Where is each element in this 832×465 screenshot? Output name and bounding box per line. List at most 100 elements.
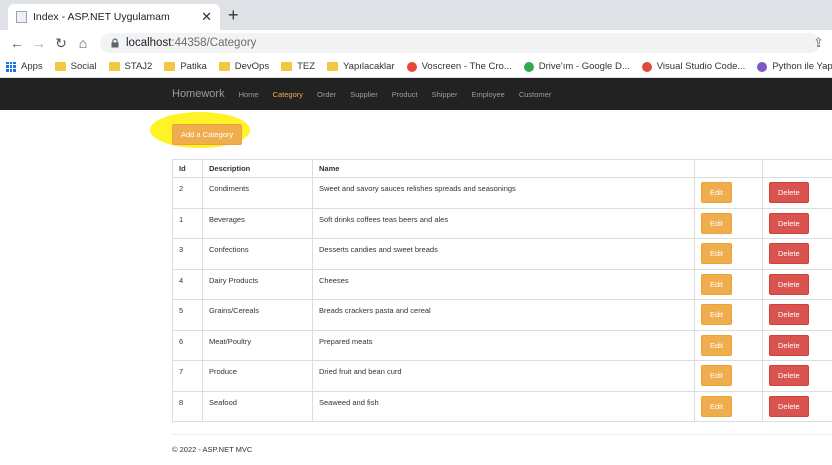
nav-link-product[interactable]: Product bbox=[392, 90, 418, 99]
page-favicon-icon bbox=[16, 11, 27, 23]
visual-studio-icon bbox=[641, 61, 652, 72]
new-tab-plus-icon[interactable]: + bbox=[228, 4, 239, 26]
delete-cell: Delete bbox=[762, 299, 832, 331]
table-row: 5 Grains/Cereals Breads crackers pasta and… bbox=[172, 299, 832, 331]
row-name-text: Soft drinks coffees teas beers and ales bbox=[319, 214, 449, 224]
delete-button[interactable]: Delete bbox=[769, 365, 809, 387]
browser-tab[interactable]: Index - ASP.NET Uygulamam ✕ bbox=[8, 4, 220, 30]
bookmark-item[interactable]: Social bbox=[54, 61, 97, 72]
row-name-cell: Desserts candies and sweet breads bbox=[312, 238, 695, 270]
row-id-cell: 6 bbox=[172, 329, 203, 361]
nav-link-employee[interactable]: Employee bbox=[471, 90, 504, 99]
bookmark-item[interactable]: DevOps bbox=[218, 61, 269, 72]
folder-icon bbox=[54, 62, 66, 71]
bookmark-item[interactable]: Drive'ım - Google D... bbox=[523, 61, 630, 72]
bookmark-item[interactable]: TEZ bbox=[281, 61, 315, 72]
header-id: Id bbox=[172, 159, 203, 178]
table-row: 1 Beverages Soft drinks coffees teas beers… bbox=[172, 207, 832, 239]
nav-link-category[interactable]: Category bbox=[273, 90, 303, 99]
bookmark-item[interactable]: Voscreen - The Cro... bbox=[406, 61, 512, 72]
delete-button[interactable]: Delete bbox=[769, 182, 809, 204]
delete-button[interactable]: Delete bbox=[769, 212, 809, 234]
nav-link-supplier[interactable]: Supplier bbox=[350, 90, 378, 99]
bookmark-item[interactable]: Visual Studio Code... bbox=[641, 61, 745, 72]
tab-close-icon[interactable]: ✕ bbox=[201, 9, 212, 25]
browser-tabstrip: Index - ASP.NET Uygulamam ✕ + bbox=[0, 0, 832, 30]
edit-button[interactable]: Edit bbox=[701, 243, 732, 265]
row-name-text: Seaweed and fish bbox=[319, 397, 379, 407]
bookmark-label: STAJ2 bbox=[124, 61, 153, 72]
python-course-icon bbox=[757, 61, 768, 72]
edit-cell: Edit bbox=[694, 177, 763, 209]
row-description-cell: Confections bbox=[202, 238, 313, 270]
nav-link-customer[interactable]: Customer bbox=[519, 90, 552, 99]
folder-icon bbox=[327, 62, 339, 71]
row-description-text: Produce bbox=[209, 367, 237, 377]
delete-button[interactable]: Delete bbox=[769, 273, 809, 295]
delete-button[interactable]: Delete bbox=[769, 334, 809, 356]
row-description-text: Dairy Products bbox=[209, 275, 259, 285]
bookmark-item[interactable]: STAJ2 bbox=[108, 61, 153, 72]
home-icon[interactable]: ⌂ bbox=[72, 35, 94, 51]
row-description-text: Beverages bbox=[209, 214, 245, 224]
app-navbar: Homework Home Category Order Supplier Produc… bbox=[0, 78, 832, 110]
row-name-text: Breads crackers pasta and cereal bbox=[319, 306, 431, 316]
row-id-text: 3 bbox=[179, 245, 184, 255]
edit-button[interactable]: Edit bbox=[701, 365, 732, 387]
edit-button[interactable]: Edit bbox=[701, 273, 732, 295]
edit-button[interactable]: Edit bbox=[701, 182, 732, 204]
bookmark-item[interactable]: Patika bbox=[164, 61, 207, 72]
edit-button[interactable]: Edit bbox=[701, 212, 732, 234]
row-name-cell: Cheeses bbox=[312, 268, 695, 300]
row-description-cell: Produce bbox=[202, 360, 313, 392]
delete-button[interactable]: Delete bbox=[769, 304, 809, 326]
add-category-button[interactable]: Add a Category bbox=[172, 124, 243, 145]
nav-link-shipper[interactable]: Shipper bbox=[432, 90, 458, 99]
bookmarks-bar: Apps Social STAJ2 Patika DevOps TEZ Yapılacakl… bbox=[0, 56, 832, 78]
nav-link-order[interactable]: Order bbox=[317, 90, 336, 99]
edit-cell: Edit bbox=[694, 390, 763, 422]
delete-cell: Delete bbox=[762, 268, 832, 300]
reload-icon[interactable]: ↻ bbox=[50, 35, 72, 52]
share-icon[interactable]: ⇪ bbox=[813, 35, 824, 51]
folder-icon bbox=[281, 62, 293, 71]
bookmark-label: Apps bbox=[21, 61, 43, 72]
bookmark-item[interactable]: Apps bbox=[6, 61, 43, 72]
edit-button[interactable]: Edit bbox=[701, 395, 732, 417]
row-description-cell: Beverages bbox=[202, 207, 313, 239]
brand-link[interactable]: Homework bbox=[172, 88, 225, 100]
delete-cell: Delete bbox=[762, 177, 832, 209]
row-name-text: Sweet and savory sauces relishes spreads… bbox=[319, 184, 516, 194]
row-name-cell: Dried fruit and bean curd bbox=[312, 360, 695, 392]
row-id-text: 2 bbox=[179, 184, 184, 194]
delete-cell: Delete bbox=[762, 238, 832, 270]
nav-link-home[interactable]: Home bbox=[239, 90, 259, 99]
header-delete bbox=[762, 159, 832, 178]
row-id-text: 7 bbox=[179, 367, 184, 377]
delete-cell: Delete bbox=[762, 390, 832, 422]
row-name-text: Desserts candies and sweet breads bbox=[319, 245, 438, 255]
back-arrow-icon[interactable]: ← bbox=[6, 35, 28, 51]
header-name: Name bbox=[312, 159, 695, 178]
row-id-text: 1 bbox=[179, 214, 184, 224]
row-description-text: Confections bbox=[209, 245, 249, 255]
row-description-cell: Meat/Poultry bbox=[202, 329, 313, 361]
row-name-cell: Breads crackers pasta and cereal bbox=[312, 299, 695, 331]
address-bar[interactable]: localhost:44358/Category bbox=[100, 33, 820, 53]
browser-toolbar: ← → ↻ ⌂ localhost:44358/Category ⇪ bbox=[0, 30, 832, 56]
row-name-text: Cheeses bbox=[319, 275, 349, 285]
delete-button[interactable]: Delete bbox=[769, 395, 809, 417]
google-drive-icon bbox=[523, 61, 534, 72]
forward-arrow-icon[interactable]: → bbox=[28, 35, 50, 51]
edit-button[interactable]: Edit bbox=[701, 304, 732, 326]
bookmark-label: Voscreen - The Cro... bbox=[421, 61, 512, 72]
edit-button[interactable]: Edit bbox=[701, 334, 732, 356]
table-row: 2 Condiments Sweet and savory sauces relis… bbox=[172, 177, 832, 209]
bookmark-item[interactable]: Python ile Yapay Ze... bbox=[757, 61, 832, 72]
folder-icon bbox=[164, 62, 176, 71]
bookmark-item[interactable]: Yapılacaklar bbox=[327, 61, 395, 72]
delete-button[interactable]: Delete bbox=[769, 243, 809, 265]
row-description-text: Condiments bbox=[209, 184, 250, 194]
lock-icon bbox=[111, 38, 119, 48]
edit-cell: Edit bbox=[694, 268, 763, 300]
